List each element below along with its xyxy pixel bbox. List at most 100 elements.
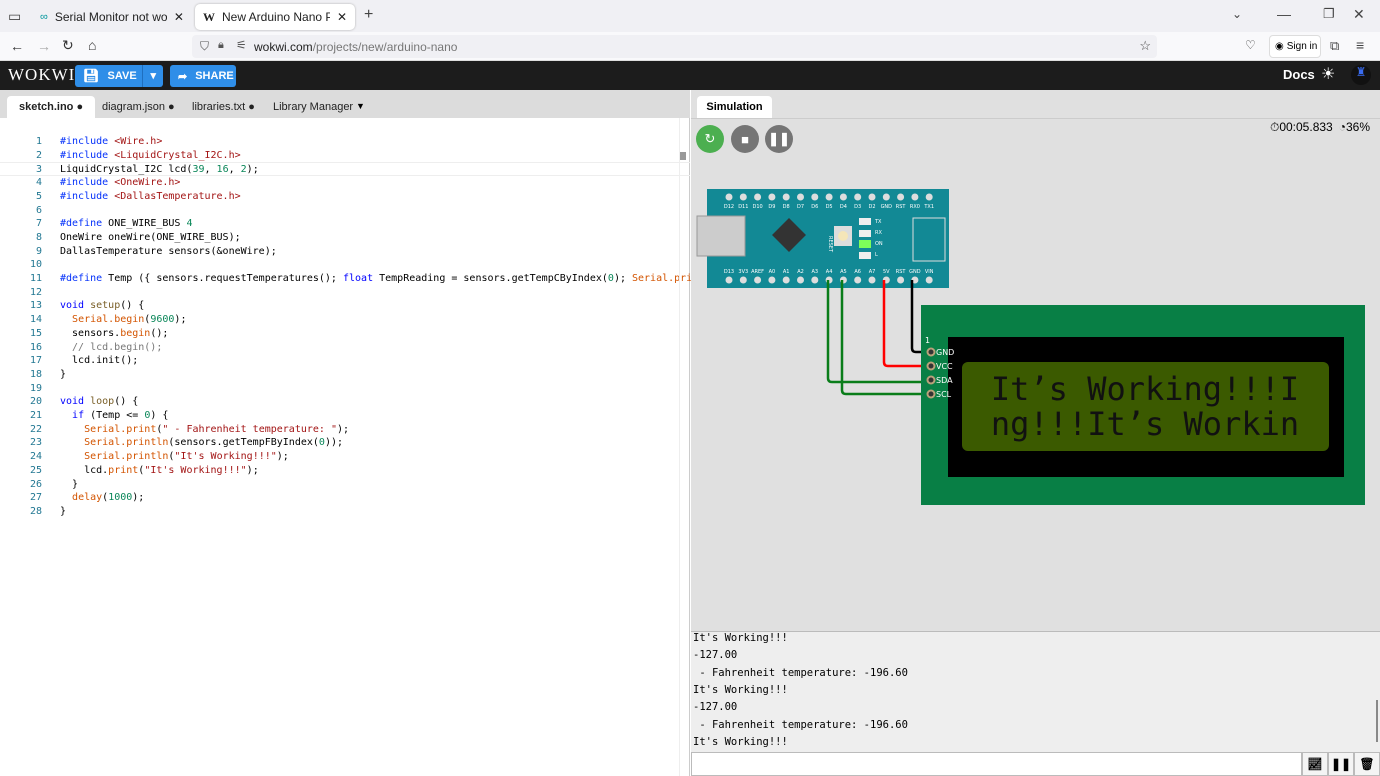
serial-input[interactable]: [691, 752, 1302, 776]
tab-diagram-json[interactable]: diagram.json ●: [90, 96, 187, 118]
tabs-menu-chevron-icon[interactable]: ▼: [356, 101, 365, 111]
save-button[interactable]: 💾︎ SAVE ▾: [75, 65, 163, 87]
code-line[interactable]: 5 #include <DallasTemperature.h>: [0, 190, 690, 204]
url-field[interactable]: ⛉ 🔒︎ ⚟ wokwi.com/projects/new/arduino-na…: [192, 35, 1157, 58]
serial-scrollbar[interactable]: [1376, 700, 1378, 742]
code-line[interactable]: 2 #include <LiquidCrystal_I2C.h>: [0, 149, 690, 163]
code-line[interactable]: 8 OneWire oneWire(ONE_WIRE_BUS);: [0, 231, 690, 245]
pin-D4: [839, 193, 847, 201]
pin-label: D10: [752, 204, 762, 210]
pin-D9: [768, 193, 776, 201]
code-line[interactable]: 4 #include <OneWire.h>: [0, 176, 690, 190]
code-line[interactable]: 26 }: [0, 478, 690, 492]
docs-link[interactable]: Docs: [1283, 67, 1315, 82]
list-tabs-icon[interactable]: ⌄: [1232, 7, 1242, 21]
line-number: 25: [29, 464, 42, 476]
sim-status: ⏱ 00:05.833 ◔ 36%: [1270, 120, 1370, 135]
code-line[interactable]: 21 if (Temp <= 0) {: [0, 409, 690, 423]
code-line[interactable]: 1 #include <Wire.h>: [0, 135, 690, 149]
code-line[interactable]: 12: [0, 286, 690, 300]
menu-icon[interactable]: ≡: [1356, 37, 1364, 53]
code-line[interactable]: 15 sensors.begin();: [0, 327, 690, 341]
back-icon[interactable]: ←: [10, 38, 24, 54]
restart-simulation-button[interactable]: ↻: [696, 125, 724, 153]
pin-A3: [811, 276, 819, 284]
line-number: 26: [29, 478, 42, 490]
close-tab-icon[interactable]: ✕: [174, 10, 184, 24]
sign-in-button[interactable]: ◉ Sign in: [1269, 35, 1321, 58]
tab-libraries-txt[interactable]: libraries.txt ●: [180, 96, 267, 118]
forward-icon[interactable]: →: [37, 38, 51, 54]
close-window-button[interactable]: ✕: [1353, 6, 1365, 23]
code-line[interactable]: 18}: [0, 368, 690, 382]
code-line[interactable]: 10: [0, 258, 690, 272]
clear-serial-button[interactable]: 🗑︎: [1354, 752, 1380, 776]
pocket-icon[interactable]: ♡: [1245, 38, 1256, 52]
code-line[interactable]: 23 Serial.println(sensors.getTempFByInde…: [0, 436, 690, 450]
code-line[interactable]: 20 void loop() {: [0, 395, 690, 409]
tab-library-manager[interactable]: Library Manager: [261, 96, 365, 118]
code-line[interactable]: 25 lcd.print("It's Working!!!");: [0, 464, 690, 478]
shield-icon[interactable]: ⛉: [200, 39, 209, 54]
code-line[interactable]: 22 Serial.print(" - Fahrenheit temperatu…: [0, 423, 690, 437]
tab-sketch-ino[interactable]: sketch.ino ●: [7, 96, 96, 118]
wokwi-logo[interactable]: WOKWI: [8, 65, 75, 85]
pause-serial-button[interactable]: ❚❚: [1328, 752, 1354, 776]
code-text: Serial.begin(9600);: [72, 314, 187, 326]
pin-A1: [782, 276, 790, 284]
avatar[interactable]: ♜: [1351, 65, 1371, 85]
pause-simulation-button[interactable]: ❚❚: [765, 125, 793, 153]
browser-tab-wokwi[interactable]: W New Arduino Nano Project - Wo ✕: [195, 4, 355, 30]
plotter-button[interactable]: 📈︎: [1302, 752, 1328, 776]
home-icon[interactable]: ⌂: [88, 37, 96, 53]
pin-label: A3: [811, 269, 818, 275]
extensions-icon[interactable]: ⧉: [1330, 38, 1339, 54]
serial-monitor-output[interactable]: It's Working!!! -127.00 - Fahrenheit temp…: [691, 631, 1380, 752]
code-line[interactable]: 13 void setup() {: [0, 299, 690, 313]
theme-sun-icon[interactable]: ☀: [1321, 64, 1335, 84]
code-line[interactable]: 11 #define Temp ({ sensors.requestTempera…: [0, 272, 746, 286]
lock-icon[interactable]: 🔒︎: [218, 39, 224, 52]
code-line[interactable]: 17 lcd.init();: [0, 354, 690, 368]
line-number: 17: [29, 355, 42, 367]
pin-label: RST: [896, 204, 907, 210]
minimize-button[interactable]: —: [1277, 6, 1291, 22]
code-text: }: [60, 505, 67, 517]
permissions-icon[interactable]: ⚟: [236, 38, 247, 52]
code-line[interactable]: 16 // lcd.begin();: [0, 341, 690, 355]
code-editor[interactable]: 1 #include <Wire.h> 2 #include <LiquidCryst…: [0, 118, 746, 776]
tab-simulation[interactable]: Simulation: [697, 96, 772, 119]
close-tab-icon[interactable]: ✕: [337, 10, 347, 24]
code-line[interactable]: 3 LiquidCrystal_I2C lcd(39, 16, 2);: [0, 162, 690, 177]
code-text: DallasTemperature sensors(&oneWire);: [60, 245, 277, 257]
pin-RST: [897, 276, 905, 284]
new-tab-button[interactable]: +: [364, 6, 373, 24]
pin-label: A6: [854, 269, 861, 275]
tab-overview-icon[interactable]: ▭: [8, 8, 21, 25]
restore-button[interactable]: ❐: [1323, 6, 1335, 22]
bookmark-star-icon[interactable]: ☆: [1139, 38, 1151, 54]
save-dropdown-chevron-icon[interactable]: ▾: [142, 65, 163, 87]
line-number: 24: [29, 451, 42, 463]
code-line[interactable]: 19: [0, 382, 690, 396]
code-text: OneWire oneWire(ONE_WIRE_BUS);: [60, 231, 241, 243]
code-line[interactable]: 6: [0, 204, 690, 218]
code-line[interactable]: 9 DallasTemperature sensors(&oneWire);: [0, 245, 690, 259]
share-button[interactable]: ➦ SHARE: [170, 65, 236, 87]
line-number: 27: [29, 492, 42, 504]
pin-A6: [854, 276, 862, 284]
reload-icon[interactable]: ↻: [62, 37, 74, 54]
editor-scrollbar[interactable]: [679, 118, 690, 776]
code-line[interactable]: 24 Serial.println("It's Working!!!");: [0, 450, 690, 464]
code-line[interactable]: 28}: [0, 505, 690, 519]
pin-D8: [782, 193, 790, 201]
code-line[interactable]: 7 #define ONE_WIRE_BUS 4: [0, 217, 690, 231]
stop-simulation-button[interactable]: ■: [731, 125, 759, 153]
share-arrow-icon: ➦: [178, 70, 188, 83]
code-line[interactable]: 27 delay(1000);: [0, 491, 690, 505]
lcd-1602[interactable]: 1 GND VCC SDA SCL It’s Working!!!I ng!!!It’…: [921, 305, 1365, 505]
code-line[interactable]: 14 Serial.begin(9600);: [0, 313, 690, 327]
pin-D3: [854, 193, 862, 201]
arduino-nano[interactable]: D12 D11 D10 D9 D8 D7 D6 D5 D4 D3 D2 GND RST RX0 TX1D13…: [696, 189, 949, 288]
browser-tab-serial-monitor[interactable]: ∞ Serial Monitor not working - Pro ✕: [32, 4, 192, 30]
